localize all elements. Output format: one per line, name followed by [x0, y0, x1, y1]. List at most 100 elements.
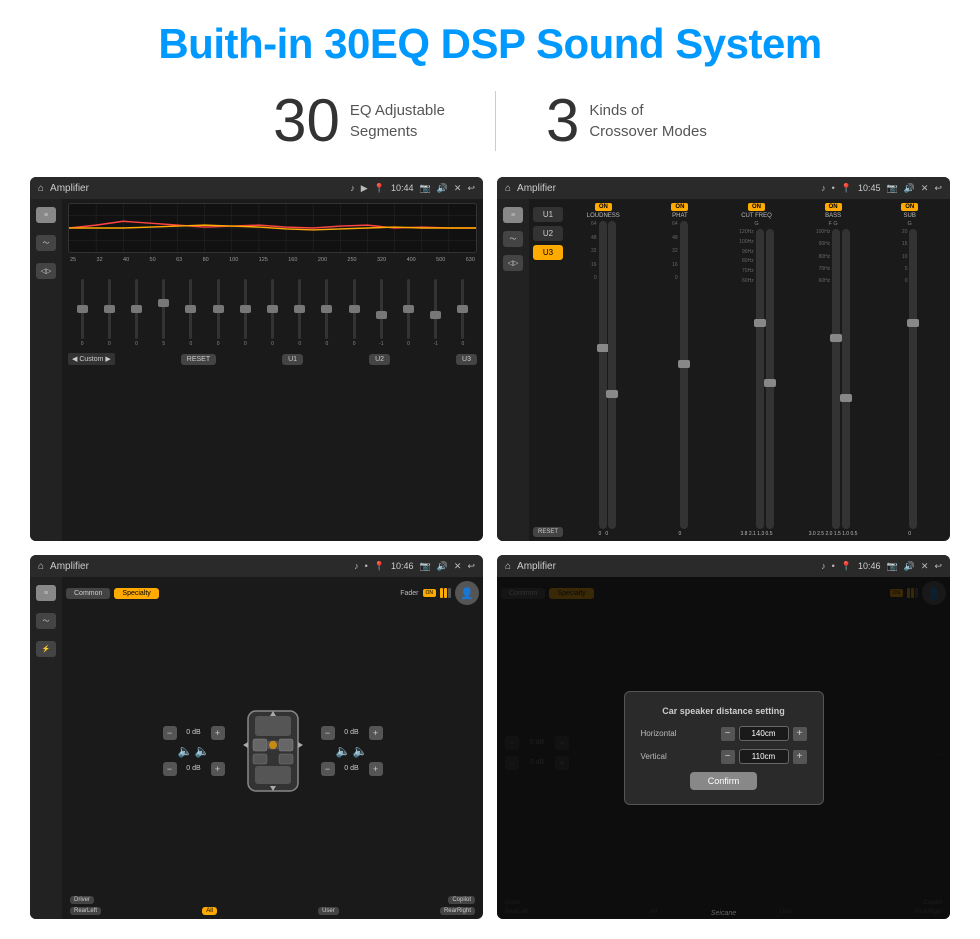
location-icon-2: 📍	[841, 183, 852, 194]
front-right-minus[interactable]: −	[321, 726, 335, 740]
car-diagram	[233, 701, 313, 801]
back-icon-4[interactable]: ↩	[934, 561, 942, 572]
eq-slider-12[interactable]: -1	[369, 279, 393, 347]
speaker-body: ≡ 〜 ⚡ Common Specialty Fader ON	[30, 577, 483, 919]
vertical-stepper: − 110cm +	[721, 749, 807, 764]
bass-slider1[interactable]	[832, 229, 840, 529]
eq-slider-4[interactable]: 5	[152, 279, 176, 347]
confirm-button[interactable]: Confirm	[690, 772, 758, 790]
x-icon-1: ✕	[454, 183, 462, 194]
location-icon-4: 📍	[841, 561, 852, 572]
home-icon-2[interactable]: ⌂	[505, 183, 511, 194]
eq-slider-14[interactable]: -1	[424, 279, 448, 347]
front-right-plus[interactable]: +	[369, 726, 383, 740]
fader-bars[interactable]	[440, 588, 451, 598]
dot-icon-2: •	[832, 183, 835, 193]
u1-btn[interactable]: U1	[282, 354, 303, 365]
bass-on[interactable]: ON	[825, 203, 842, 211]
camera-icon-3: 📷	[419, 561, 430, 572]
front-left-minus[interactable]: −	[163, 726, 177, 740]
eq-slider-8[interactable]: 0	[260, 279, 284, 347]
home-icon-3[interactable]: ⌂	[38, 561, 44, 572]
sidebar-wave-icon-3[interactable]: 〜	[36, 613, 56, 629]
loudness-slider1[interactable]	[599, 221, 607, 529]
rear-right-minus[interactable]: −	[321, 762, 335, 776]
volume-icon-3: 🔊	[437, 561, 448, 572]
all-btn[interactable]: All	[202, 907, 217, 915]
sidebar-wave-icon-2[interactable]: 〜	[503, 231, 523, 247]
specialty-tab[interactable]: Specialty	[114, 588, 158, 599]
fader-on-badge[interactable]: ON	[423, 589, 437, 597]
phat-on[interactable]: ON	[671, 203, 688, 211]
prev-btn[interactable]: ◀ Custom ▶	[68, 353, 115, 365]
vertical-plus-btn[interactable]: +	[793, 750, 807, 764]
back-icon-1[interactable]: ↩	[467, 183, 475, 194]
crossover-reset-btn[interactable]: RESET	[533, 527, 563, 537]
eq-slider-9[interactable]: 0	[288, 279, 312, 347]
horizontal-plus-btn[interactable]: +	[793, 727, 807, 741]
sidebar-vol-icon-2[interactable]: ◁▷	[503, 255, 523, 271]
sidebar-eq-icon-2[interactable]: ≡	[503, 207, 523, 223]
eq-slider-13[interactable]: 0	[396, 279, 420, 347]
eq-slider-10[interactable]: 0	[315, 279, 339, 347]
sub-slider[interactable]	[909, 229, 917, 529]
horizontal-stepper: − 140cm +	[721, 726, 807, 741]
sidebar-bt-icon-3[interactable]: ⚡	[36, 641, 56, 657]
eq-slider-1[interactable]: 0	[70, 279, 94, 347]
cutfreq-slider2[interactable]	[766, 229, 774, 529]
rear-right-btn[interactable]: RearRight	[440, 907, 475, 915]
screen-dialog: ⌂ Amplifier ♪ • 📍 10:46 📷 🔊 ✕ ↩ Common S…	[497, 555, 950, 919]
eq-slider-2[interactable]: 0	[97, 279, 121, 347]
eq-slider-11[interactable]: 0	[342, 279, 366, 347]
sub-on[interactable]: ON	[901, 203, 918, 211]
eq-slider-5[interactable]: 0	[179, 279, 203, 347]
user-avatar[interactable]: 👤	[455, 581, 479, 605]
copilot-btn[interactable]: Copilot	[448, 896, 475, 904]
home-icon[interactable]: ⌂	[38, 183, 44, 194]
vertical-minus-btn[interactable]: −	[721, 750, 735, 764]
back-icon-2[interactable]: ↩	[934, 183, 942, 194]
bass-slider2[interactable]	[842, 229, 850, 529]
cutfreq-slider1[interactable]	[756, 229, 764, 529]
phat-slider[interactable]	[680, 221, 688, 529]
home-icon-4[interactable]: ⌂	[505, 561, 511, 572]
sidebar-wave-icon[interactable]: 〜	[36, 235, 56, 251]
rear-left-plus[interactable]: +	[211, 762, 225, 776]
front-left-plus[interactable]: +	[211, 726, 225, 740]
loudness-slider2[interactable]	[608, 221, 616, 529]
rear-right-plus[interactable]: +	[369, 762, 383, 776]
x-icon-3: ✕	[454, 561, 462, 572]
eq-slider-7[interactable]: 0	[233, 279, 257, 347]
eq-bottom: ◀ Custom ▶ RESET U1 U2 U3	[68, 353, 477, 365]
eq-slider-15[interactable]: 0	[451, 279, 475, 347]
sidebar-vol-icon[interactable]: ◁▷	[36, 263, 56, 279]
u2-select[interactable]: U2	[533, 226, 563, 241]
u2-btn[interactable]: U2	[369, 354, 390, 365]
sidebar-eq-icon[interactable]: ≡	[36, 207, 56, 223]
horizontal-label: Horizontal	[641, 729, 677, 738]
eq-graph	[68, 203, 477, 253]
eq-slider-6[interactable]: 0	[206, 279, 230, 347]
common-tab[interactable]: Common	[66, 588, 110, 599]
volume-icon-2: 🔊	[904, 183, 915, 194]
eq-slider-3[interactable]: 0	[124, 279, 148, 347]
cutfreq-on[interactable]: ON	[748, 203, 765, 211]
back-icon-3[interactable]: ↩	[467, 561, 475, 572]
freq-labels: 25 32 40 50 63 80 100 125 160 200 250 32…	[68, 257, 477, 263]
left-vol-control: − 0 dB + 🔈 🔈 − 0 dB +	[163, 726, 225, 776]
rear-left-btn[interactable]: RearLeft	[70, 907, 101, 915]
sidebar-eq-icon-3[interactable]: ≡	[36, 585, 56, 601]
loudness-on[interactable]: ON	[595, 203, 612, 211]
rear-left-minus[interactable]: −	[163, 762, 177, 776]
driver-btn[interactable]: Driver	[70, 896, 94, 904]
reset-btn[interactable]: RESET	[181, 354, 216, 365]
screen-crossover: ⌂ Amplifier ♪ • 📍 10:45 📷 🔊 ✕ ↩ ≡ 〜 ◁▷	[497, 177, 950, 541]
camera-icon-2: 📷	[886, 183, 897, 194]
u3-btn[interactable]: U3	[456, 354, 477, 365]
u3-select[interactable]: U3	[533, 245, 563, 260]
u1-select[interactable]: U1	[533, 207, 563, 222]
horizontal-minus-btn[interactable]: −	[721, 727, 735, 741]
user-btn[interactable]: User	[318, 907, 339, 915]
crossover-number: 3	[546, 86, 579, 155]
topbar-3: ⌂ Amplifier ♪ • 📍 10:46 📷 🔊 ✕ ↩	[30, 555, 483, 577]
